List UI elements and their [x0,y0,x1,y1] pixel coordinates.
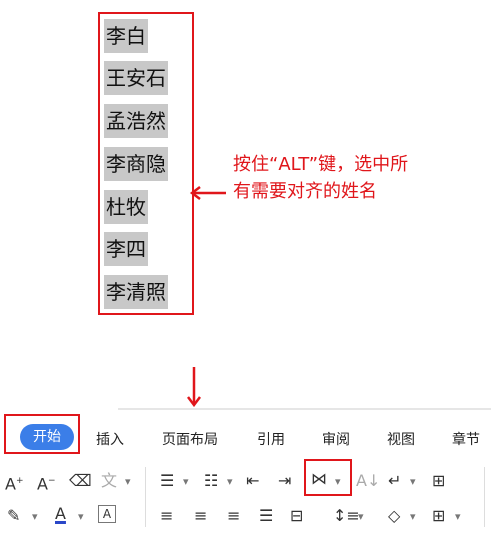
line-break-icon[interactable]: ↵ [388,471,401,491]
numbered-list-icon[interactable]: ☷ [204,471,218,491]
name-item[interactable]: 李四 [104,232,148,266]
divider [145,467,146,527]
divider [484,467,485,527]
ribbon-top-border [118,408,491,410]
font-color-icon[interactable]: A [55,504,66,524]
tab-references[interactable]: 引用 [257,429,285,449]
tab-section[interactable]: 章节 [452,429,480,449]
chevron-down-icon[interactable]: ▾ [410,472,416,492]
chevron-down-icon[interactable]: ▾ [410,507,416,527]
increase-indent-icon[interactable]: ⇥ [278,471,291,491]
chevron-down-icon[interactable]: ▾ [183,472,189,492]
tab-page-layout[interactable]: 页面布局 [162,429,218,449]
char-align-icon[interactable]: ⋈ [311,469,327,489]
char-border-icon[interactable]: A [98,505,116,523]
name-item[interactable]: 王安石 [104,61,168,95]
line-spacing-icon[interactable]: ↕≡ [333,506,360,526]
chevron-down-icon[interactable]: ▾ [125,472,131,492]
tab-insert[interactable]: 插入 [96,429,124,449]
name-item[interactable]: 孟浩然 [104,104,168,138]
name-item[interactable]: 李清照 [104,275,168,309]
chevron-down-icon[interactable]: ▾ [455,507,461,527]
name-item[interactable]: 李白 [104,19,148,53]
bullet-list-icon[interactable]: ☰ [160,471,174,491]
justify-icon[interactable]: ☰ [259,506,273,526]
name-item[interactable]: 杜牧 [104,190,148,224]
tab-start[interactable]: 开始 [20,424,74,450]
instruction-line-1: 按住“ALT”键，选中所 [233,154,409,175]
instruction-line-2: 有需要对齐的姓名 [233,181,377,202]
chevron-down-icon[interactable]: ▾ [78,507,84,527]
sort-icon[interactable]: A↓ [356,471,380,491]
chevron-down-icon[interactable]: ▾ [335,472,341,492]
ruler-icon[interactable]: ⊞ [432,471,445,491]
shading-icon[interactable]: ◇ [388,506,400,526]
font-shrink-icon[interactable]: A− [37,471,56,494]
arrow-down-icon [187,367,201,407]
tab-review[interactable]: 审阅 [322,429,350,449]
phonetic-icon[interactable]: 文 [101,471,117,491]
align-left-icon[interactable]: ≡ [160,506,173,526]
align-right-icon[interactable]: ≡ [227,506,240,526]
font-grow-icon[interactable]: A+ [5,471,24,494]
highlight-icon[interactable]: ✎ [7,506,20,526]
clear-format-icon[interactable]: ⌫ [69,471,92,491]
align-center-icon[interactable]: ≡ [194,506,207,526]
chevron-down-icon[interactable]: ▾ [358,507,364,527]
name-item[interactable]: 李商隐 [104,147,168,181]
arrow-left-icon [189,186,226,200]
tab-view[interactable]: 视图 [387,429,415,449]
instruction-note: 按住“ALT”键，选中所 有需要对齐的姓名 [233,151,473,205]
chevron-down-icon[interactable]: ▾ [32,507,38,527]
chevron-down-icon[interactable]: ▾ [227,472,233,492]
borders-icon[interactable]: ⊞ [432,506,445,526]
decrease-indent-icon[interactable]: ⇤ [246,471,259,491]
distributed-icon[interactable]: ⊟ [290,506,303,526]
